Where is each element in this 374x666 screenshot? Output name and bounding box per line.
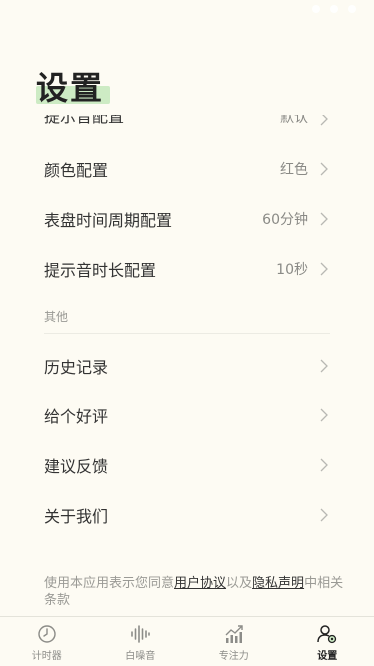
tab-label: 专注力: [218, 651, 249, 662]
user-settings-icon: [317, 625, 337, 644]
settings-row-label: 给个好评: [44, 407, 109, 426]
status-dot: [330, 5, 338, 13]
settings-row-value: 默认: [280, 110, 308, 126]
settings-row-value: 10秒: [276, 262, 308, 278]
chevron-right-icon: [318, 358, 330, 374]
settings-row-feedback[interactable]: 建议反馈: [0, 440, 374, 490]
chevron-right-icon: [318, 211, 330, 227]
status-indicators: [312, 5, 356, 13]
section-header-other: 其他: [44, 310, 69, 324]
terms-notice: 使用本应用表示您同意用户协议以及隐私声明中相关条款: [44, 575, 344, 609]
tab-settings[interactable]: 设置: [281, 617, 374, 666]
chevron-right-icon: [318, 457, 330, 473]
settings-row-dial-period[interactable]: 表盘时间周期配置 60分钟: [0, 194, 374, 244]
settings-row-color[interactable]: 颜色配置 红色: [0, 144, 374, 194]
tab-label: 白噪音: [125, 651, 156, 662]
privacy-policy-link[interactable]: 隐私声明: [252, 576, 304, 591]
status-dot: [312, 5, 320, 13]
divider: [44, 333, 330, 334]
tab-label: 计时器: [31, 651, 62, 662]
page-title: 设置: [36, 69, 105, 107]
settings-row-rate[interactable]: 给个好评: [0, 390, 374, 440]
chevron-right-icon: [318, 261, 330, 277]
soundwave-icon: [131, 625, 151, 643]
chevron-right-icon: [318, 507, 330, 523]
settings-row-label: 颜色配置: [44, 161, 109, 180]
user-agreement-link[interactable]: 用户协议: [174, 576, 226, 591]
chevron-right-icon: [318, 115, 330, 127]
status-dot: [348, 5, 356, 13]
tab-white-noise[interactable]: 白噪音: [94, 617, 188, 666]
settings-row-label: 历史记录: [44, 358, 109, 377]
settings-row-about[interactable]: 关于我们: [0, 490, 374, 540]
settings-row-label: 表盘时间周期配置: [44, 211, 173, 230]
chart-icon: [225, 625, 243, 643]
status-bar: [0, 0, 374, 20]
chevron-right-icon: [318, 407, 330, 423]
clock-icon: [38, 625, 56, 643]
terms-prefix: 使用本应用表示您同意: [44, 576, 175, 591]
tab-label: 设置: [317, 651, 338, 662]
settings-row-label: 关于我们: [44, 507, 109, 526]
settings-row-sound-duration[interactable]: 提示音时长配置 10秒: [0, 244, 374, 294]
settings-row-history[interactable]: 历史记录: [0, 341, 374, 391]
chevron-right-icon: [318, 161, 330, 177]
tab-focus[interactable]: 专注力: [187, 617, 281, 666]
settings-row-label: 提示音时长配置: [44, 261, 157, 280]
bottom-tab-bar: 计时器 白噪音 专注力 设置: [0, 616, 374, 666]
page-title-area: 设置: [36, 66, 110, 110]
terms-middle: 以及: [226, 576, 253, 591]
settings-row-value: 红色: [280, 162, 308, 178]
settings-row-value: 60分钟: [262, 212, 308, 228]
tab-timer[interactable]: 计时器: [0, 617, 94, 666]
settings-row-label: 建议反馈: [44, 457, 109, 476]
